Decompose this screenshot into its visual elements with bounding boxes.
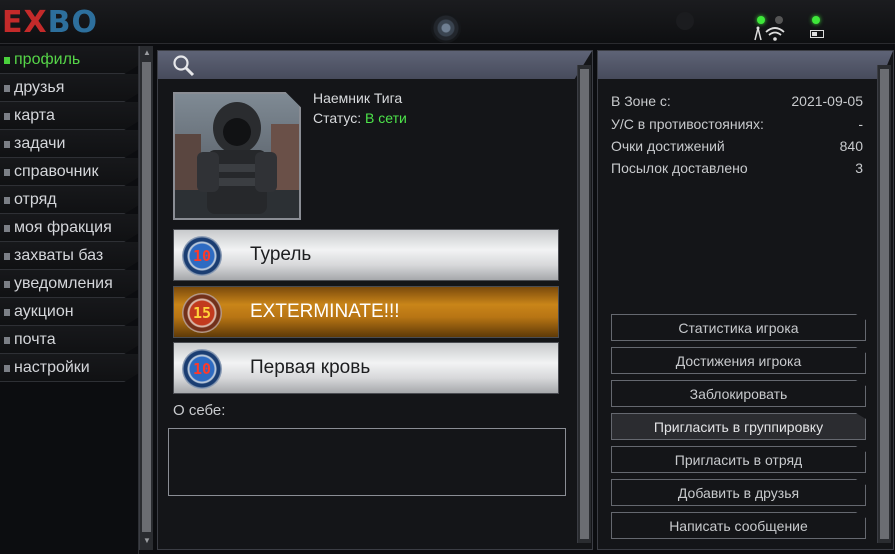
sidebar-scrollbar[interactable]: ▲ ▼	[139, 46, 153, 550]
about-text	[168, 428, 566, 496]
sidebar-item-mail[interactable]: почта	[0, 326, 138, 354]
sidebar-item-auction[interactable]: аукцион	[0, 298, 138, 326]
status-led-icon	[757, 16, 765, 24]
stat-label: Очки достижений	[611, 138, 725, 154]
sidebar-item-label: задачи	[14, 134, 66, 152]
stat-value: 2021-09-05	[791, 93, 863, 109]
achievement-label: Первая кровь	[250, 357, 371, 378]
player-name: Наемник Тига	[313, 90, 403, 106]
sidebar-item-label: почта	[14, 330, 56, 348]
scroll-down-icon[interactable]: ▼	[143, 536, 151, 545]
achievement-badge: 10	[182, 236, 222, 276]
sidebar-item-label: справочник	[14, 162, 99, 180]
app-logo: EXBO	[2, 5, 98, 40]
block-button[interactable]: Заблокировать	[611, 380, 866, 407]
top-bar: EXBO	[0, 0, 895, 44]
avatar	[173, 92, 301, 220]
achievement-badge: 15	[182, 293, 222, 333]
wifi-icon	[752, 24, 786, 46]
stat-label: У/С в противостояниях:	[611, 116, 764, 132]
panel-header	[158, 51, 592, 79]
sidebar: профиль друзья карта задачи справочник о…	[0, 46, 138, 382]
sidebar-item-label: профиль	[14, 50, 81, 68]
sidebar-item-profile[interactable]: профиль	[0, 46, 138, 74]
sidebar-item-tasks[interactable]: задачи	[0, 130, 138, 158]
achievement-label: EXTERMINATE!!!	[250, 301, 400, 322]
sidebar-item-label: карта	[14, 106, 55, 124]
panel-scrollbar[interactable]	[577, 65, 591, 543]
search-icon[interactable]	[172, 54, 196, 83]
status-led-icon	[812, 16, 820, 24]
stat-row: В Зоне с: 2021-09-05	[611, 93, 863, 115]
sidebar-item-squad[interactable]: отряд	[0, 186, 138, 214]
sidebar-item-map[interactable]: карта	[0, 102, 138, 130]
achievement-item[interactable]: 15 EXTERMINATE!!!	[173, 286, 559, 338]
panel-header	[598, 51, 893, 79]
sidebar-item-friends[interactable]: друзья	[0, 74, 138, 102]
panel-scrollbar[interactable]	[877, 65, 891, 543]
invite-to-squad-button[interactable]: Пригласить в отряд	[611, 446, 866, 473]
sidebar-item-faction[interactable]: моя фракция	[0, 214, 138, 242]
scroll-thumb[interactable]	[142, 62, 151, 532]
sidebar-item-notifications[interactable]: уведомления	[0, 270, 138, 298]
sidebar-item-label: захваты баз	[14, 246, 104, 264]
status-badge: В сети	[365, 110, 407, 126]
player-stats-button[interactable]: Статистика игрока	[611, 314, 866, 341]
battery-icon	[810, 30, 824, 38]
add-friend-button[interactable]: Добавить в друзья	[611, 479, 866, 506]
player-achievements-button[interactable]: Достижения игрока	[611, 347, 866, 374]
status-led-icon	[775, 16, 783, 24]
scroll-up-icon[interactable]: ▲	[143, 48, 151, 57]
send-message-button[interactable]: Написать сообщение	[611, 512, 866, 539]
sidebar-item-label: отряд	[14, 190, 57, 208]
about-label: О себе:	[173, 402, 226, 419]
sidebar-item-settings[interactable]: настройки	[0, 354, 138, 382]
achievement-item[interactable]: 10 Турель	[173, 229, 559, 281]
sidebar-item-reference[interactable]: справочник	[0, 158, 138, 186]
player-status: Статус: В сети	[313, 110, 407, 126]
stat-value: 3	[855, 160, 863, 176]
sidebar-item-base-captures[interactable]: захваты баз	[0, 242, 138, 270]
camera-icon	[431, 13, 461, 43]
stat-value: 840	[839, 138, 863, 154]
stat-row: У/С в противостояниях: -	[611, 116, 863, 138]
stat-value: -	[858, 116, 863, 132]
stat-row: Посылок доставлено 3	[611, 160, 863, 182]
scroll-thumb[interactable]	[580, 69, 589, 539]
stat-label: Посылок доставлено	[611, 160, 748, 176]
indicator-dot	[676, 12, 694, 30]
achievement-badge: 10	[182, 349, 222, 389]
stat-row: Очки достижений 840	[611, 138, 863, 160]
sidebar-item-label: моя фракция	[14, 218, 112, 236]
scroll-thumb[interactable]	[880, 69, 889, 539]
stat-label: В Зоне с:	[611, 93, 671, 109]
achievement-label: Турель	[250, 244, 312, 265]
status-label: Статус:	[313, 110, 362, 126]
sidebar-item-label: уведомления	[14, 274, 113, 292]
invite-to-faction-button[interactable]: Пригласить в группировку	[611, 413, 866, 440]
sidebar-item-label: настройки	[14, 358, 90, 376]
sidebar-item-label: аукцион	[14, 302, 74, 320]
achievement-item[interactable]: 10 Первая кровь	[173, 342, 559, 394]
sidebar-item-label: друзья	[14, 78, 65, 96]
